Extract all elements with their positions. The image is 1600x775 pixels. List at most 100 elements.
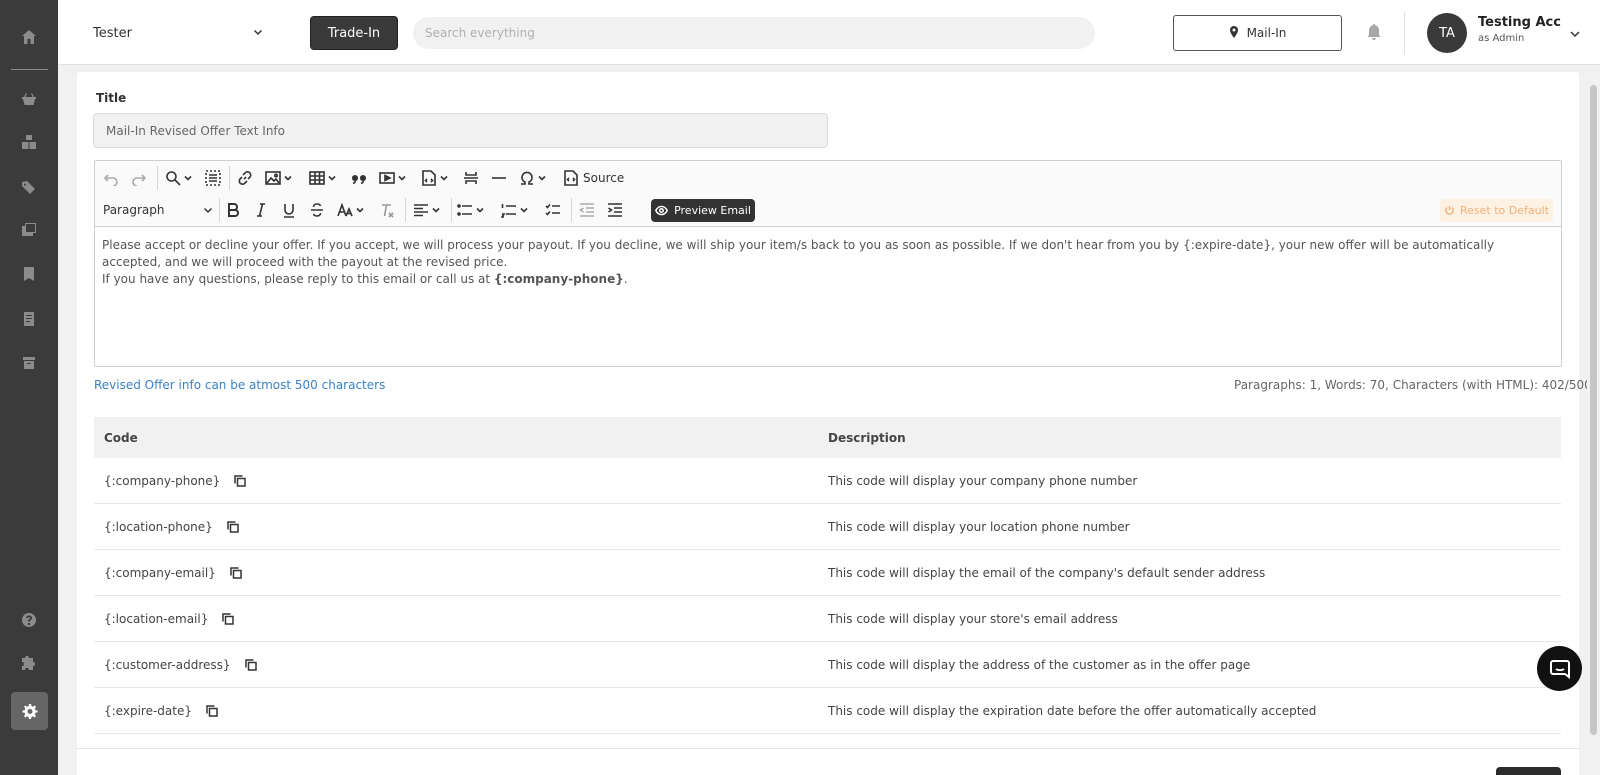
sidebar-divider xyxy=(11,69,48,70)
indent-icon[interactable] xyxy=(607,199,623,221)
code-cell: {:location-phone} xyxy=(104,519,213,534)
redo-icon[interactable] xyxy=(131,167,147,189)
vertical-scrollbar[interactable] xyxy=(1587,65,1600,775)
tenant-selector[interactable]: Tester xyxy=(93,22,263,44)
italic-icon[interactable] xyxy=(253,199,269,221)
undo-icon[interactable] xyxy=(103,167,119,189)
save-button[interactable] xyxy=(1496,767,1561,775)
strikethrough-icon[interactable] xyxy=(309,199,325,221)
table-icon[interactable] xyxy=(309,167,336,189)
home-icon[interactable] xyxy=(0,19,58,55)
boxes-icon[interactable] xyxy=(0,124,58,160)
basket-icon[interactable] xyxy=(0,81,58,117)
media-embed-icon[interactable] xyxy=(379,167,406,189)
help-icon[interactable] xyxy=(0,602,58,638)
content-line-2-prefix: If you have any questions, please reply … xyxy=(102,272,494,286)
tenant-name: Tester xyxy=(93,25,132,41)
content-line-1: Please accept or decline your offer. If … xyxy=(102,238,1495,269)
column-header-description: Description xyxy=(828,430,906,445)
copy-icon[interactable] xyxy=(244,658,257,671)
editor-toolbar: Source Paragraph Preview Email Reset to … xyxy=(95,161,1561,227)
blockquote-icon[interactable] xyxy=(351,167,367,189)
description-cell: This code will display the expiration da… xyxy=(828,703,1317,718)
paragraph-format-label: Paragraph xyxy=(103,203,165,217)
chat-icon xyxy=(1549,659,1570,679)
copy-icon[interactable] xyxy=(206,704,218,717)
outdent-icon[interactable] xyxy=(579,199,595,221)
numbered-list-icon[interactable] xyxy=(501,199,528,221)
sidebar xyxy=(0,0,58,775)
image-icon[interactable] xyxy=(265,167,292,189)
puzzle-icon[interactable] xyxy=(0,645,58,681)
code-cell: {:company-email} xyxy=(104,565,216,580)
page-break-icon[interactable] xyxy=(463,167,479,189)
find-replace-icon[interactable] xyxy=(165,167,192,189)
reset-to-default-label: Reset to Default xyxy=(1460,204,1549,217)
user-name[interactable]: Testing Acc xyxy=(1478,15,1561,30)
code-cell: {:expire-date} xyxy=(104,703,192,718)
title-input[interactable] xyxy=(93,113,828,148)
top-bar: Tester Trade-In Mail-In TA Testing Acc a… xyxy=(58,0,1600,65)
table-row: {:company-phone} This code will display … xyxy=(94,458,1561,504)
trade-in-button[interactable]: Trade-In xyxy=(310,16,398,50)
avatar[interactable]: TA xyxy=(1427,13,1467,53)
bold-icon[interactable] xyxy=(225,199,241,221)
user-role: as Admin xyxy=(1478,33,1525,44)
copy-icon[interactable] xyxy=(234,474,247,487)
content-line-2-code: {:company-phone} xyxy=(493,272,624,286)
html-embed-icon[interactable] xyxy=(421,167,448,189)
layers-icon[interactable] xyxy=(0,212,58,248)
toolbar-separator xyxy=(571,198,572,222)
editor-content[interactable]: Please accept or decline your offer. If … xyxy=(102,237,1552,288)
align-icon[interactable] xyxy=(413,199,440,221)
bulleted-list-icon[interactable] xyxy=(457,199,484,221)
description-cell: This code will display your location pho… xyxy=(828,519,1130,534)
search-input[interactable] xyxy=(413,17,1095,49)
description-cell: This code will display your company phon… xyxy=(828,473,1138,488)
horizontal-line-icon[interactable] xyxy=(491,167,507,189)
copy-icon[interactable] xyxy=(230,566,242,579)
copy-icon[interactable] xyxy=(222,612,235,625)
bookmark-icon[interactable] xyxy=(0,256,58,292)
location-pin-icon xyxy=(1229,25,1239,41)
source-label: Source xyxy=(583,171,625,185)
code-cell: {:company-phone} xyxy=(104,473,221,488)
header-divider xyxy=(1404,12,1405,54)
content-line-2: If you have any questions, please reply … xyxy=(102,271,1552,288)
reset-to-default-button[interactable]: Reset to Default xyxy=(1440,199,1553,222)
source-button[interactable]: Source xyxy=(563,167,624,189)
toolbar-separator xyxy=(229,166,230,190)
toolbar-separator xyxy=(219,198,220,222)
table-row: {:location-phone} This code will display… xyxy=(94,504,1561,550)
code-cell: {:customer-address} xyxy=(104,657,231,672)
user-menu-chevron-icon[interactable] xyxy=(1569,28,1581,38)
description-cell: This code will display the address of th… xyxy=(828,657,1251,672)
table-row: {:location-email} This code will display… xyxy=(94,596,1561,642)
content-line-2-suffix: . xyxy=(623,272,628,286)
mail-in-button[interactable]: Mail-In xyxy=(1173,15,1342,51)
archive-icon[interactable] xyxy=(0,345,58,381)
copy-icon[interactable] xyxy=(227,520,239,533)
paragraph-format-select[interactable]: Paragraph xyxy=(103,199,213,221)
tag-icon[interactable] xyxy=(0,169,58,205)
remove-format-icon[interactable] xyxy=(379,199,395,221)
preview-email-button[interactable]: Preview Email xyxy=(651,199,755,222)
scrollbar-thumb[interactable] xyxy=(1590,85,1597,735)
special-characters-icon[interactable] xyxy=(519,167,546,189)
rich-text-editor: Source Paragraph Preview Email Reset to … xyxy=(94,160,1562,367)
code-table: Code Description {:company-phone} This c… xyxy=(94,417,1561,734)
toolbar-separator xyxy=(157,166,158,190)
settings-icon[interactable] xyxy=(11,692,48,730)
select-all-icon[interactable] xyxy=(205,167,221,189)
underline-icon[interactable] xyxy=(281,199,297,221)
power-icon xyxy=(1445,205,1454,215)
receipt-icon[interactable] xyxy=(0,301,58,337)
chat-widget-button[interactable] xyxy=(1537,646,1582,691)
link-icon[interactable] xyxy=(237,167,253,189)
bell-icon[interactable] xyxy=(1365,23,1385,43)
chevron-down-icon xyxy=(253,26,263,41)
font-size-icon[interactable] xyxy=(337,199,364,221)
card-footer xyxy=(77,748,1579,775)
toolbar-separator xyxy=(451,198,452,222)
todo-list-icon[interactable] xyxy=(545,199,561,221)
